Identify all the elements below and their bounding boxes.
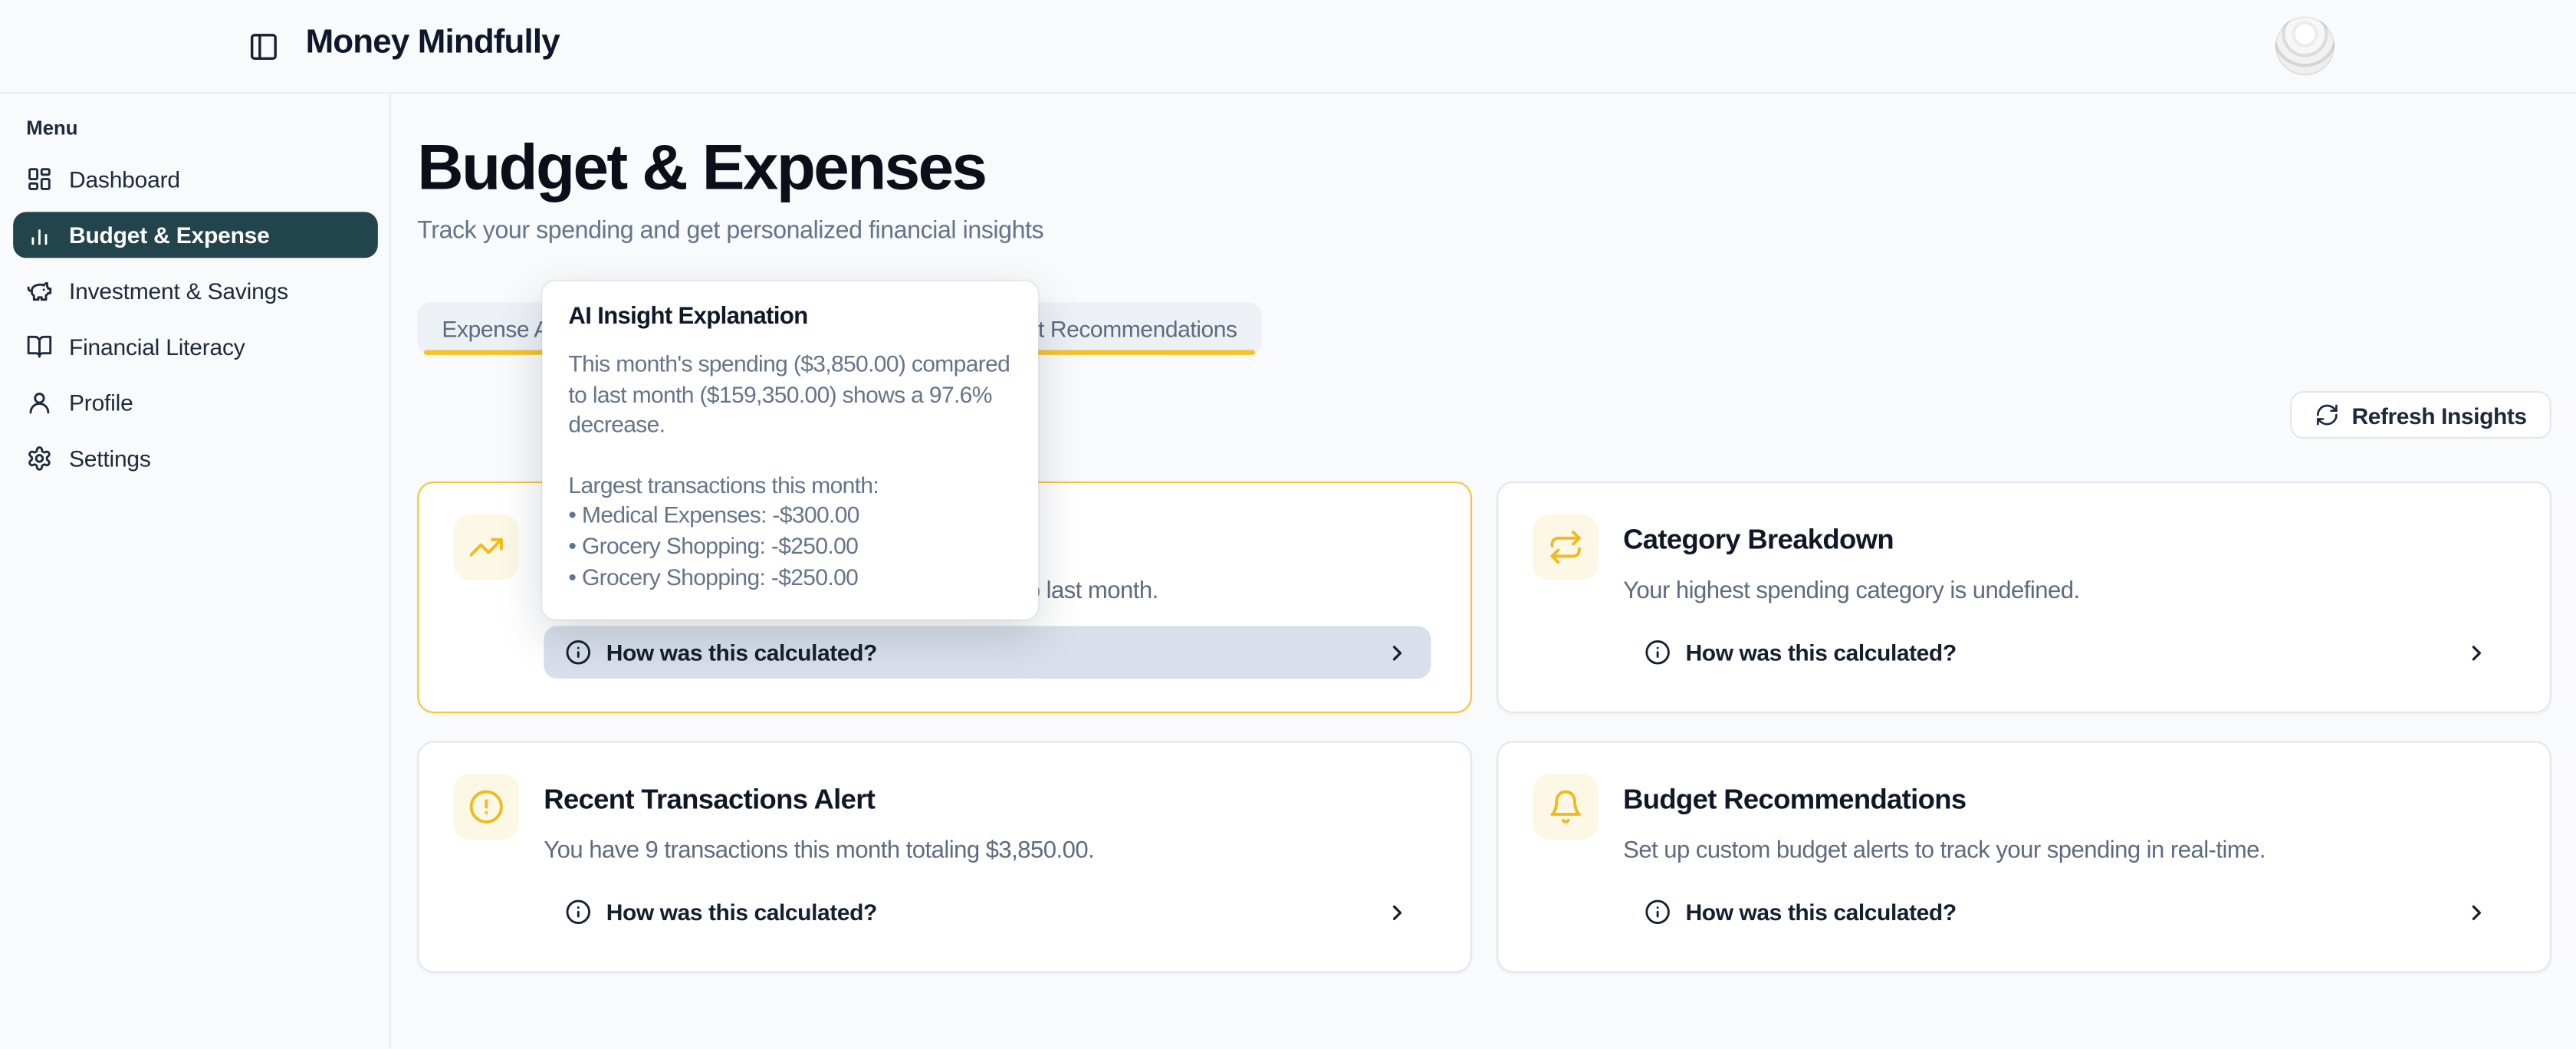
- info-icon: [1644, 640, 1671, 666]
- refresh-insights-button[interactable]: Refresh Insights: [2289, 391, 2551, 439]
- sidebar-item-label: Dashboard: [69, 166, 180, 192]
- app-title: Money Mindfully: [306, 23, 560, 62]
- piggy-bank-icon: [26, 278, 52, 304]
- info-icon: [1644, 899, 1671, 925]
- sidebar-nav: Dashboard Budget & Expense Investment & …: [13, 156, 378, 482]
- sidebar-item-label: Profile: [69, 390, 133, 416]
- how-calculated-label: How was this calculated?: [1686, 640, 1957, 666]
- how-calculated-label: How was this calculated?: [606, 640, 877, 666]
- how-calculated-link[interactable]: How was this calculated?: [1623, 886, 2510, 939]
- card-body: Budget Recommendations Set up custom bud…: [1623, 774, 2510, 971]
- trending-up-icon: [453, 515, 519, 580]
- how-calculated-link[interactable]: How was this calculated?: [1623, 626, 2510, 679]
- sidebar-item-label: Financial Literacy: [69, 334, 245, 360]
- dashboard-icon: [26, 166, 52, 192]
- card-body: Recent Transactions Alert You have 9 tra…: [544, 774, 1431, 971]
- card-subtitle: Set up custom budget alerts to track you…: [1623, 838, 2510, 864]
- top-header: Money Mindfully: [0, 0, 2576, 94]
- page-subtitle: Track your spending and get personalized…: [417, 217, 2576, 245]
- sidebar-menu-label: Menu: [26, 117, 378, 140]
- sidebar-item-investment-savings[interactable]: Investment & Savings: [13, 268, 378, 314]
- card-subtitle: Your highest spending category is undefi…: [1623, 578, 2510, 604]
- repeat-icon: [1533, 515, 1598, 580]
- sidebar: Menu Dashboard Budget & Expense Investme…: [0, 94, 391, 1049]
- refresh-insights-label: Refresh Insights: [2352, 402, 2527, 428]
- chevron-right-icon: [2464, 899, 2489, 924]
- sidebar-toggle-button[interactable]: [240, 23, 286, 69]
- tooltip-list-item: • Grocery Shopping: -$250.00: [568, 561, 1014, 592]
- user-avatar[interactable]: [2275, 16, 2334, 75]
- panel-left-icon: [248, 31, 279, 62]
- sidebar-item-settings[interactable]: Settings: [13, 436, 378, 482]
- sidebar-item-profile[interactable]: Profile: [13, 380, 378, 426]
- chevron-right-icon: [1385, 899, 1409, 924]
- info-icon: [565, 899, 591, 925]
- tooltip-list-header: Largest transactions this month:: [568, 469, 1014, 500]
- sidebar-item-financial-literacy[interactable]: Financial Literacy: [13, 324, 378, 370]
- card-body: Category Breakdown Your highest spending…: [1623, 515, 2510, 712]
- card-recent-transactions-alert: Recent Transactions Alert You have 9 tra…: [417, 741, 1472, 972]
- card-subtitle: You have 9 transactions this month total…: [544, 838, 1431, 864]
- page-title: Budget & Expenses: [417, 136, 2576, 202]
- how-calculated-label: How was this calculated?: [1686, 899, 1957, 925]
- tooltip-list-item: • Grocery Shopping: -$250.00: [568, 531, 1014, 561]
- chevron-right-icon: [2464, 640, 2489, 665]
- sidebar-item-label: Settings: [69, 446, 151, 472]
- how-calculated-label: How was this calculated?: [606, 899, 877, 925]
- refresh-icon: [2314, 403, 2338, 427]
- tooltip-list-item: • Medical Expenses: -$300.00: [568, 500, 1014, 531]
- sidebar-item-label: Budget & Expense: [69, 222, 270, 248]
- card-title: Recent Transactions Alert: [544, 784, 1431, 817]
- bar-chart-icon: [26, 222, 52, 248]
- sidebar-item-budget-expense[interactable]: Budget & Expense: [13, 212, 378, 258]
- tooltip-paragraph: This month's spending ($3,850.00) compar…: [568, 348, 1014, 440]
- tooltip-title: AI Insight Explanation: [568, 304, 1014, 330]
- alert-circle-icon: [453, 774, 519, 840]
- ai-insight-tooltip: AI Insight Explanation This month's spen…: [542, 281, 1038, 619]
- user-icon: [26, 390, 52, 416]
- card-budget-recommendations: Budget Recommendations Set up custom bud…: [1497, 741, 2551, 972]
- card-category-breakdown: Category Breakdown Your highest spending…: [1497, 482, 2551, 713]
- book-open-icon: [26, 334, 52, 360]
- app-root: Money Mindfully Menu Dashboard Budget & …: [0, 0, 2576, 1049]
- info-icon: [565, 640, 591, 666]
- chevron-right-icon: [1385, 640, 1409, 665]
- bell-icon: [1533, 774, 1598, 840]
- sidebar-item-dashboard[interactable]: Dashboard: [13, 156, 378, 202]
- card-title: Budget Recommendations: [1623, 784, 2510, 817]
- sidebar-item-label: Investment & Savings: [69, 278, 288, 304]
- how-calculated-link[interactable]: How was this calculated?: [544, 626, 1431, 679]
- card-title: Category Breakdown: [1623, 524, 2510, 557]
- how-calculated-link[interactable]: How was this calculated?: [544, 886, 1431, 939]
- gear-icon: [26, 446, 52, 472]
